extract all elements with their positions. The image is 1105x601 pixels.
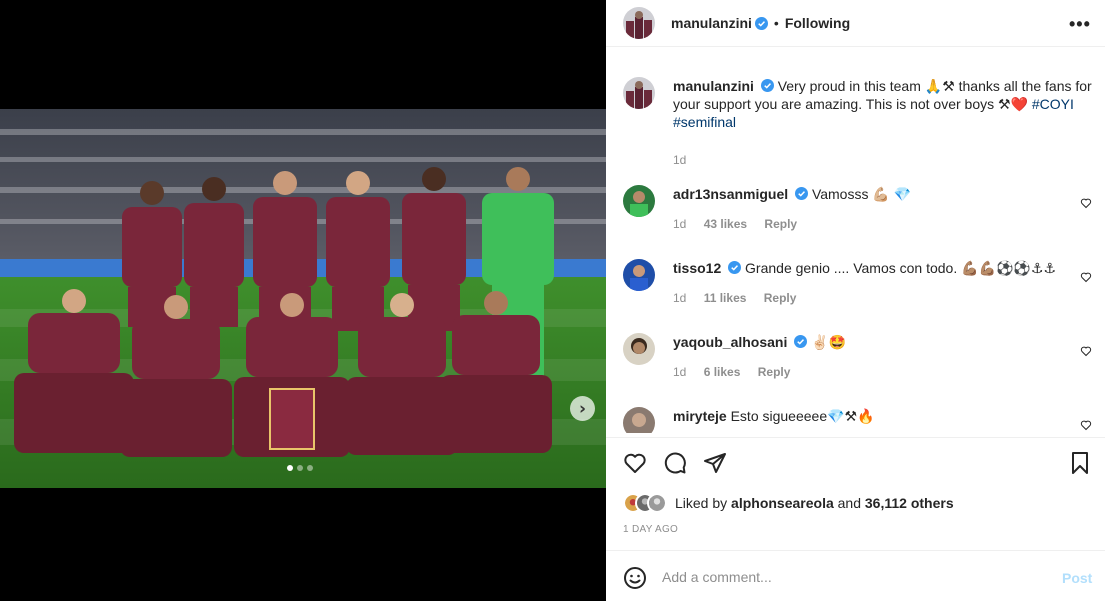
- comment-avatar[interactable]: [623, 333, 655, 365]
- comment-bubble-icon[interactable]: [663, 451, 687, 475]
- post-side-panel: manulanzini • Following ••• manulanzini …: [606, 0, 1105, 601]
- post-comment-button[interactable]: Post: [1062, 570, 1092, 586]
- likes-summary: Liked by alphonseareola and 36,112 other…: [623, 493, 954, 513]
- post-header: manulanzini • Following •••: [606, 0, 1105, 47]
- likes-text: Liked by alphonseareola and 36,112 other…: [675, 495, 954, 511]
- comment-text: Grande genio .... Vamos con todo. 💪🏽💪🏽⚽⚽…: [745, 260, 1056, 276]
- comment-text: ✌🏻🤩: [811, 334, 847, 350]
- comment-username[interactable]: yaqoub_alhosani: [673, 334, 787, 350]
- comment-item: miryteje Esto sigueeeee💎⚒🔥: [623, 407, 1093, 433]
- caption-avatar[interactable]: [623, 77, 655, 109]
- media-pane: ›: [0, 0, 606, 601]
- liker-username[interactable]: alphonseareola: [731, 495, 834, 511]
- like-heart-icon[interactable]: [623, 451, 647, 475]
- share-paperplane-icon[interactable]: [703, 451, 727, 475]
- emoji-icon[interactable]: [623, 566, 647, 590]
- verified-badge-icon: [794, 335, 808, 348]
- comment-likes[interactable]: 6 likes: [704, 365, 741, 379]
- following-button[interactable]: Following: [785, 15, 850, 31]
- comment-item: yaqoub_alhosani ✌🏻🤩 1d 6 likes Reply: [623, 333, 1093, 379]
- more-options-icon[interactable]: •••: [1069, 14, 1091, 35]
- comment-text: Esto sigueeeee💎⚒🔥: [730, 408, 875, 424]
- comment-like-icon[interactable]: [1080, 345, 1092, 357]
- post-actions: Liked by alphonseareola and 36,112 other…: [606, 437, 1105, 550]
- caption-username[interactable]: manulanzini: [673, 78, 754, 94]
- comment-avatar[interactable]: [623, 259, 655, 291]
- verified-badge-icon: [754, 16, 768, 30]
- comment-time[interactable]: 1d: [673, 365, 686, 379]
- post-timestamp[interactable]: 1 DAY AGO: [623, 524, 678, 535]
- caption-time[interactable]: 1d: [673, 153, 686, 167]
- comment-time[interactable]: 1d: [673, 217, 686, 231]
- comments-list[interactable]: manulanzini Very proud in this team 🙏⚒ t…: [606, 63, 1105, 433]
- comment-avatar[interactable]: [623, 185, 655, 217]
- caption: manulanzini Very proud in this team 🙏⚒ t…: [623, 77, 1093, 167]
- comment-like-icon[interactable]: [1080, 197, 1092, 209]
- comment-reply-button[interactable]: Reply: [764, 291, 797, 305]
- carousel-dots: [287, 465, 313, 471]
- add-comment-bar: Post: [606, 550, 1105, 601]
- carousel-dot[interactable]: [307, 465, 313, 471]
- likes-middle: and: [833, 495, 865, 511]
- post-photo[interactable]: ›: [0, 109, 606, 488]
- chevron-right-icon: ›: [578, 398, 586, 419]
- comment-like-icon[interactable]: [1080, 419, 1092, 431]
- likes-prefix: Liked by: [675, 495, 732, 511]
- save-bookmark-icon[interactable]: [1068, 451, 1092, 475]
- comment-username[interactable]: miryteje: [673, 408, 727, 424]
- comment-like-icon[interactable]: [1080, 271, 1092, 283]
- liker-avatar[interactable]: [647, 493, 667, 513]
- comment-item: adr13nsanmiguel Vamosss 💪🏼 💎 1d 43 likes…: [623, 185, 1093, 231]
- author-avatar[interactable]: [623, 7, 655, 39]
- comment-time[interactable]: 1d: [673, 291, 686, 305]
- comment-likes[interactable]: 11 likes: [704, 291, 747, 305]
- comment-reply-button[interactable]: Reply: [764, 217, 797, 231]
- carousel-next-button[interactable]: ›: [570, 396, 595, 421]
- header-separator: •: [773, 15, 779, 31]
- likes-count[interactable]: 36,112 others: [865, 495, 954, 511]
- carousel-dot[interactable]: [287, 465, 293, 471]
- comment-username[interactable]: adr13nsanmiguel: [673, 186, 788, 202]
- comment-username[interactable]: tisso12: [673, 260, 721, 276]
- verified-badge-icon: [760, 79, 774, 92]
- verified-badge-icon: [728, 261, 742, 274]
- comment-reply-button[interactable]: Reply: [758, 365, 791, 379]
- author-username[interactable]: manulanzini: [671, 15, 752, 31]
- carousel-dot[interactable]: [297, 465, 303, 471]
- comment-likes[interactable]: 43 likes: [704, 217, 747, 231]
- comment-avatar[interactable]: [623, 407, 655, 433]
- comment-item: tisso12 Grande genio .... Vamos con todo…: [623, 259, 1093, 305]
- team-photo-illustration: [0, 109, 606, 488]
- comment-input[interactable]: [662, 565, 1042, 589]
- verified-badge-icon: [795, 187, 809, 200]
- comment-text: Vamosss 💪🏼 💎: [811, 186, 912, 202]
